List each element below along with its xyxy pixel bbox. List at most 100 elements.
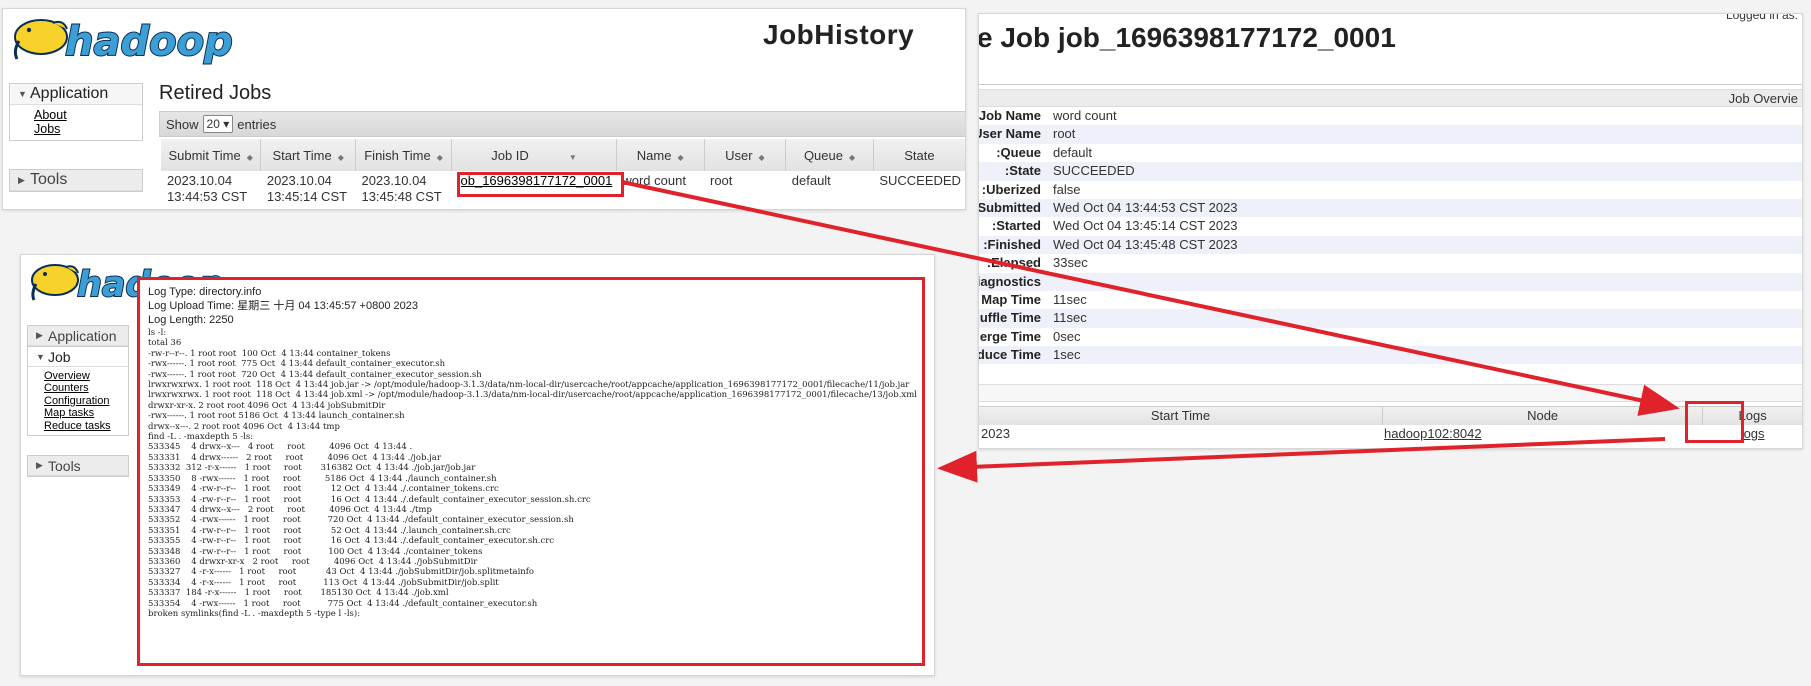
reduce-tasks-link[interactable]: Reduce tasks <box>44 420 128 432</box>
info-value: root <box>1053 126 1076 142</box>
triangle-down-icon: ▼ <box>18 89 27 99</box>
sort-icon: ◆ <box>758 152 765 162</box>
user-cell: root <box>710 173 733 188</box>
col-job-id[interactable]: Job ID ▼ <box>451 139 617 171</box>
log-line: drwxr-xr-x. 2 root root 4096 Oct 4 13:44… <box>148 400 386 411</box>
sort-icon: ◆ <box>848 152 856 162</box>
info-row: Average Map Time 11sec <box>979 291 1802 309</box>
info-value: 11sec <box>1053 310 1087 326</box>
info-key: Average Map Time <box>979 291 1041 307</box>
job-toggle[interactable]: ▼ Job <box>28 347 128 367</box>
sort-icon: ◆ <box>337 152 344 162</box>
info-row: State: SUCCEEDED <box>979 162 1802 181</box>
entries-bar: Show 20 ▾ entries <box>159 111 965 137</box>
job-overview-info: Job Name: word count User Name: root Queue: d… <box>979 107 1802 365</box>
info-key: User Name: <box>979 126 1041 142</box>
triangle-right-icon: ▶ <box>36 460 43 470</box>
info-key: Average Shuffle Time <box>979 310 1041 326</box>
log-line: total 36 <box>148 338 182 349</box>
log-length: Log Length: 2250 <box>148 314 234 326</box>
log-line: ls -l: <box>148 328 167 338</box>
name-cell: word count <box>622 173 686 188</box>
log-text: ls -l: total 36 -rw-r--r--. 1 root root … <box>148 328 917 619</box>
job-title: e Job job_1696398177172_0001 <box>978 22 1396 53</box>
retired-jobs-table: Submit Time ◆ Start Time ◆ Finish Time ◆ Jo… <box>161 139 965 205</box>
application-toggle[interactable]: ▼ Application <box>10 84 142 105</box>
log-line: 533332 312 -r-x------ 1 root root 316382… <box>148 463 476 474</box>
info-row: Average Merge Time 0sec <box>979 328 1802 346</box>
col-start-time: Start Time <box>979 407 1384 425</box>
info-value: 0sec <box>1053 328 1081 344</box>
col-submit-time[interactable]: Submit Time ◆ <box>161 139 262 171</box>
info-value: Wed Oct 04 13:44:53 CST 2023 <box>1053 199 1238 215</box>
submit-cell: 2023.10.04 13:44:53 CST <box>167 173 248 204</box>
attempts-header: Start Time Node Logs <box>979 406 1802 425</box>
info-value <box>1041 273 1053 291</box>
log-line: find -L . -maxdepth 5 -ls: <box>148 432 254 443</box>
sort-icon: ◆ <box>436 152 443 162</box>
info-key: Queue: <box>996 144 1041 160</box>
info-value: false <box>1053 181 1081 197</box>
logs-link[interactable]: logs <box>1703 425 1802 443</box>
log-line: 533345 4 drwx--x--- 4 root root 4096 Oct… <box>148 442 413 453</box>
entries-select[interactable]: 20 ▾ <box>202 115 234 133</box>
log-upload-time: Log Upload Time: 星期三 十月 04 13:45:57 +080… <box>148 300 418 312</box>
info-row: Queue: default <box>979 144 1802 162</box>
sidebar-application: ▶ Application <box>27 325 129 347</box>
sort-icon: ◆ <box>246 152 253 162</box>
log-line: 533353 4 -rw-r--r-- 1 root root 16 Oct 4… <box>148 494 591 505</box>
job-id-cell: job_1696398177172_0001 <box>452 171 617 205</box>
finish-cell: 2023.10.04 13:45:48 CST <box>361 173 442 204</box>
sidebar-job: ▼ Job Overview Counters Configuration Map… <box>27 346 129 437</box>
section-title: Retired Jobs <box>159 82 272 104</box>
sidebar-tools: ▶ Tools <box>9 169 143 192</box>
application-toggle[interactable]: ▶ Application <box>28 326 128 346</box>
info-key: State: <box>1004 163 1041 179</box>
col-node: Node <box>1383 407 1704 425</box>
col-state[interactable]: State <box>873 139 965 171</box>
info-row: Average Shuffle Time 11sec <box>979 309 1802 328</box>
log-line: drwx--x---. 2 root root 4096 Oct 4 13:44… <box>148 421 340 432</box>
job-id-link[interactable]: job_1696398177172_0001 <box>458 173 613 188</box>
jobs-link[interactable]: Jobs <box>34 122 142 136</box>
configuration-link[interactable]: Configuration <box>44 395 128 407</box>
counters-link[interactable]: Counters <box>44 382 128 394</box>
log-line: 533360 4 drwxr-xr-x 2 root root 4096 Oct… <box>148 556 478 567</box>
col-queue[interactable]: Queue ◆ <box>785 139 874 171</box>
log-line: 533349 4 -rw-r--r-- 1 root root 12 Oct 4… <box>148 484 499 495</box>
col-user[interactable]: User ◆ <box>704 139 787 171</box>
log-line: -rw-r--r--. 1 root root 100 Oct 4 13:44 … <box>148 348 391 359</box>
triangle-down-icon: ▼ <box>36 351 45 362</box>
job-detail-panel: Logged in as: e Job job_1696398177172_00… <box>978 13 1803 449</box>
tools-toggle[interactable]: ▶ Tools <box>10 170 142 191</box>
info-row: Job Name: word count <box>979 107 1802 125</box>
log-line: 533355 4 -rw-r--r-- 1 root root 16 Oct 4… <box>148 536 555 547</box>
logged-in-text: Logged in as: <box>1725 13 1798 22</box>
attempt-start: 2023 <box>981 426 1010 441</box>
sort-icon: ◆ <box>677 152 684 162</box>
info-value: Wed Oct 04 13:45:48 CST 2023 <box>1053 236 1238 252</box>
col-logs: Logs <box>1738 408 1767 423</box>
log-line: 533347 4 drwx--x--- 2 root root 4096 Oct… <box>148 504 432 515</box>
info-value: 11sec <box>1053 291 1087 307</box>
log-line: 533337 184 -r-x------ 1 root root 185130… <box>148 588 449 599</box>
about-link[interactable]: About <box>34 108 142 122</box>
info-key: Average Merge Time <box>979 328 1041 344</box>
overview-link[interactable]: Overview <box>44 370 128 382</box>
col-name[interactable]: Name ◆ <box>616 139 705 171</box>
log-line: -rwx------. 1 root root 775 Oct 4 13:44 … <box>148 359 446 370</box>
log-line: 533350 8 -rwx------ 1 root root 5186 Oct… <box>148 473 497 484</box>
info-row: Average Reduce Time 1sec <box>979 346 1802 365</box>
triangle-right-icon: ▶ <box>18 174 25 185</box>
node-link[interactable]: hadoop102:8042 <box>1384 425 1703 443</box>
log-line: 533351 4 -rw-r--r-- 1 root root 52 Oct 4… <box>148 525 511 536</box>
col-start-time[interactable]: Start Time ◆ <box>260 139 356 171</box>
map-tasks-link[interactable]: Map tasks <box>44 407 128 419</box>
col-finish-time[interactable]: Finish Time ◆ <box>355 139 453 171</box>
log-line: 533331 4 drwx------ 2 root root 4096 Oct… <box>148 452 441 463</box>
tools-toggle[interactable]: ▶ Tools <box>28 456 128 476</box>
sidebar-tools: ▶ Tools <box>27 455 129 477</box>
state-cell: SUCCEEDED <box>879 173 961 188</box>
log-line: 533334 4 -r-x------ 1 root root 113 Oct … <box>148 577 499 588</box>
info-key: Started: <box>991 218 1041 234</box>
